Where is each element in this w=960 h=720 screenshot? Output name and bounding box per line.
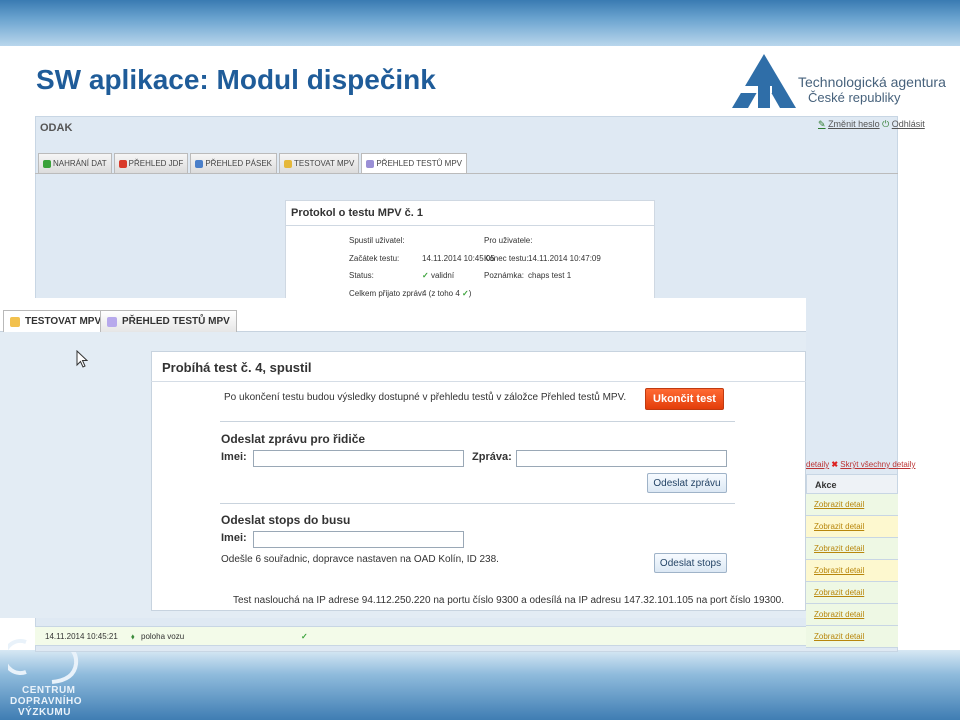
bg-tab-prehled-jdf[interactable]: PŘEHLED JDF (113, 153, 189, 173)
end-test-button[interactable]: Ukončit test (645, 388, 724, 410)
yellow-folder-icon (10, 316, 20, 327)
panel-title-divider (151, 381, 806, 382)
logout-link[interactable]: Odhlásit (892, 119, 925, 129)
akce-column-header: Akce (806, 474, 898, 494)
location-icon: ⬧ (131, 632, 135, 641)
hide-all-details-link[interactable]: Skrýt všechny detaily (840, 460, 915, 469)
background-tab-bar: NAHRÁNÍ DAT PŘEHLED JDF PŘEHLED PÁSEK TE… (38, 153, 467, 173)
detail-toggle-bar: detaily ✖ Skrýt všechny detaily (806, 460, 915, 474)
cdv-logo-line1: CENTRUM (22, 685, 76, 696)
message-imei-input[interactable] (253, 450, 464, 467)
row-time: 14.11.2014 10:45:21 (45, 632, 118, 641)
top-decor-band (0, 0, 960, 46)
protocol-label: Začátek testu: (349, 254, 400, 263)
section-divider (220, 503, 735, 504)
purple-folder-icon (107, 316, 117, 327)
cdv-logo-line2: DOPRAVNÍHO (10, 696, 83, 707)
footer-ip-text: Test naslouchá na IP adrese 94.112.250.2… (233, 595, 784, 606)
ta-logo-line1: Technologická agentura (798, 74, 946, 90)
cdv-logo-line3: VÝZKUMU (18, 707, 71, 718)
bottom-decor-band (0, 650, 960, 720)
bg-tab-divider (35, 173, 898, 174)
protocol-label: Konec testu: (484, 254, 529, 263)
show-detail-link[interactable]: Zobrazit detail (806, 516, 898, 538)
red-dot-icon (118, 159, 127, 168)
show-detail-link[interactable]: Zobrazit detail (806, 494, 898, 516)
show-detail-link[interactable]: Zobrazit detail (806, 538, 898, 560)
send-stops-button[interactable]: Odeslat stops (654, 553, 727, 573)
show-detail-link[interactable]: Zobrazit detail (806, 560, 898, 582)
tab-prehled-testu-mpv[interactable]: PŘEHLED TESTŮ MPV (100, 310, 237, 332)
panel-title: Probíhá test č. 4, spustil (162, 360, 312, 375)
show-detail-link[interactable]: Zobrazit detail (806, 582, 898, 604)
blue-dot-icon (195, 159, 204, 168)
protocol-value: chaps test 1 (528, 271, 572, 280)
stops-info-text: Odešle 6 souřadnic, dopravce nastaven na… (221, 554, 499, 565)
protocol-status: ✓ validní (422, 271, 455, 280)
green-dot-icon (43, 159, 51, 168)
app-header-links: ✎ Změnit heslo ⏻ Odhlásit (818, 119, 925, 129)
message-text-input[interactable] (516, 450, 727, 467)
stops-section-heading: Odeslat stops do busu (221, 513, 351, 527)
protocol-title: Protokol o testu MPV č. 1 (291, 207, 424, 219)
bg-tab-testovat-mpv[interactable]: TESTOVAT MPV (279, 153, 360, 173)
protocol-label: Pro uživatele: (484, 236, 533, 245)
close-icon: ✖ (831, 460, 839, 469)
check-icon: ✓ (422, 271, 429, 280)
protocol-label: Status: (349, 271, 374, 280)
row-type: poloha vozu (141, 632, 185, 641)
protocol-value: 4 (z toho 4 ✓) (422, 289, 472, 298)
send-message-button[interactable]: Odeslat zprávu (647, 473, 727, 493)
message-label: Zpráva: (472, 451, 512, 463)
imei-label: Imei: (221, 532, 247, 544)
tab-testovat-mpv[interactable]: TESTOVAT MPV (3, 310, 109, 332)
imei-label: Imei: (221, 451, 247, 463)
check-icon: ✓ (462, 289, 469, 298)
protocol-label: Celkem přijato zpráv: (349, 289, 425, 298)
ta-logo-line2: České republiky (808, 90, 901, 105)
bg-tab-nahrani-dat[interactable]: NAHRÁNÍ DAT (38, 153, 112, 173)
bg-tab-prehled-pasek[interactable]: PŘEHLED PÁSEK (190, 153, 278, 173)
protocol-label: Poznámka: (484, 271, 525, 280)
protocol-label: Spustil uživatel: (349, 236, 405, 245)
stops-imei-input[interactable] (253, 531, 464, 548)
table-row: 14.11.2014 10:45:21 ⬧ poloha vozu ✓ (35, 626, 806, 646)
detaily-link[interactable]: detaily (806, 460, 829, 469)
mouse-cursor-icon (76, 350, 88, 368)
purple-folder-icon (366, 159, 375, 168)
protocol-value: 14.11.2014 10:47:09 (528, 254, 601, 263)
bg-tab-prehled-testu-mpv[interactable]: PŘEHLED TESTŮ MPV (361, 153, 467, 173)
info-text: Po ukončení testu budou výsledky dostupn… (224, 392, 627, 403)
message-section-heading: Odeslat zprávu pro řidiče (221, 432, 366, 446)
change-password-link[interactable]: Změnit heslo (828, 119, 880, 129)
app-name: ODAK (40, 122, 73, 134)
yellow-folder-icon (284, 159, 293, 168)
show-detail-link[interactable]: Zobrazit detail (806, 604, 898, 626)
section-divider (220, 421, 735, 422)
protocol-divider (285, 225, 655, 226)
check-icon: ✓ (301, 632, 308, 641)
show-detail-link[interactable]: Zobrazit detail (806, 626, 898, 648)
slide-title: SW aplikace: Modul dispečink (36, 64, 436, 95)
